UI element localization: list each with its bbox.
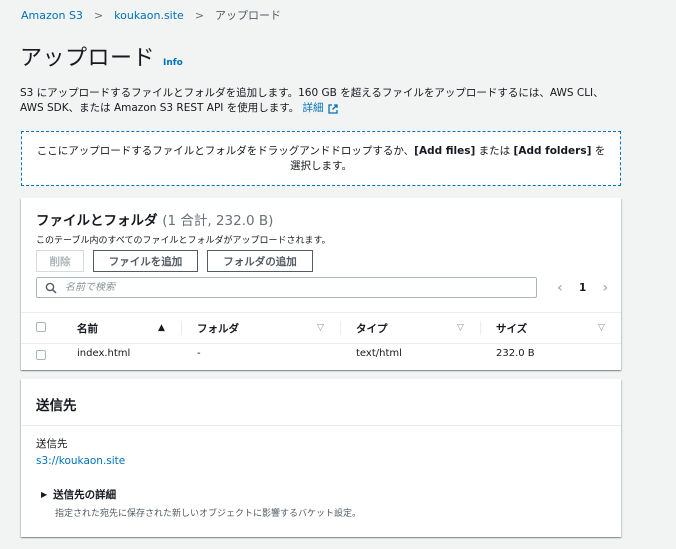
page-description: S3 にアップロードするファイルとフォルダを追加します。160 GB を超えるフ… <box>20 86 620 116</box>
external-link-icon <box>327 103 338 114</box>
column-divider <box>181 321 182 335</box>
destination-details-description: 指定された宛先に保存された新しいオブジェクトに影響するバケット設定。 <box>55 509 362 519</box>
table-header: 名前 ▲ フォルダ ▽ タイプ ▽ サイズ ▽ <box>21 312 621 344</box>
files-panel-header: ファイルとフォルダ (1 合計, 232.0 B) <box>36 209 273 229</box>
divider <box>21 425 621 426</box>
column-divider <box>480 321 481 335</box>
files-and-folders-panel: ファイルとフォルダ (1 合計, 232.0 B) このテーブル内のすべてのファ… <box>21 198 621 370</box>
files-panel-subtitle: このテーブル内のすべてのファイルとフォルダがアップロードされます。 <box>36 236 331 246</box>
dropzone-add-files: [Add files] <box>414 144 476 157</box>
destination-label: 送信先 <box>36 438 68 450</box>
cell-size: 232.0 B <box>496 348 535 359</box>
files-panel-title: ファイルとフォルダ <box>36 213 158 229</box>
search-icon <box>45 282 57 294</box>
add-files-button[interactable]: ファイルを追加 <box>93 250 198 272</box>
breadcrumb-separator: > <box>194 8 205 22</box>
caret-right-icon: ▶ <box>41 490 48 499</box>
destination-details-title: 送信先の詳細 <box>53 489 117 501</box>
breadcrumb: Amazon S3 > koukaon.site > アップロード <box>21 7 281 23</box>
column-divider <box>340 321 341 335</box>
breadcrumb-amazon-s3[interactable]: Amazon S3 <box>21 9 83 22</box>
cell-type: text/html <box>356 348 402 359</box>
page-header: アップロード Info <box>20 40 183 72</box>
next-page-icon[interactable]: › <box>598 280 612 296</box>
search-input[interactable] <box>65 282 525 293</box>
breadcrumb-bucket[interactable]: koukaon.site <box>114 9 184 22</box>
cell-folder: - <box>197 348 201 359</box>
delete-button[interactable]: 削除 <box>36 250 84 272</box>
breadcrumb-current: アップロード <box>215 9 282 22</box>
breadcrumb-separator: > <box>93 8 104 22</box>
dropzone-middle: または <box>475 144 514 157</box>
column-header-type[interactable]: タイプ <box>356 313 388 343</box>
learn-more-link[interactable]: 詳細 <box>303 101 338 116</box>
table-row[interactable]: index.html - text/html 232.0 B <box>21 344 621 366</box>
cell-name: index.html <box>77 348 131 359</box>
select-all-checkbox[interactable] <box>36 322 46 332</box>
files-count: (1 合計, 232.0 B) <box>162 213 274 229</box>
destination-panel: 送信先 送信先 s3://koukaon.site ▶ 送信先の詳細 指定された… <box>21 379 621 537</box>
learn-more-label: 詳細 <box>302 102 324 114</box>
upload-dropzone[interactable]: ここにアップロードするファイルとフォルダをドラッグアンドドロップするか、[Add… <box>21 131 621 186</box>
row-checkbox[interactable] <box>36 350 46 360</box>
sort-ascending-icon[interactable]: ▲ <box>158 323 165 333</box>
search-box[interactable] <box>36 277 537 298</box>
destination-link[interactable]: s3://koukaon.site <box>36 455 125 467</box>
sort-icon[interactable]: ▽ <box>317 323 324 333</box>
page-title: アップロード <box>20 46 156 71</box>
destination-details-toggle[interactable]: ▶ 送信先の詳細 <box>41 487 116 502</box>
prev-page-icon[interactable]: ‹ <box>553 280 567 296</box>
dropzone-text: ここにアップロードするファイルとフォルダをドラッグアンドドロップするか、[Add… <box>34 144 608 174</box>
add-folder-button[interactable]: フォルダの追加 <box>207 250 313 272</box>
current-page[interactable]: 1 <box>579 282 586 294</box>
info-link[interactable]: Info <box>163 58 183 68</box>
dropzone-add-folders: [Add folders] <box>513 144 592 157</box>
destination-title: 送信先 <box>36 398 77 414</box>
column-header-folder[interactable]: フォルダ <box>197 313 239 343</box>
column-header-size[interactable]: サイズ <box>496 313 527 343</box>
sort-icon[interactable]: ▽ <box>457 323 464 333</box>
sort-icon[interactable]: ▽ <box>598 323 605 333</box>
column-header-name[interactable]: 名前 <box>77 313 98 343</box>
dropzone-prefix: ここにアップロードするファイルとフォルダをドラッグアンドドロップするか、 <box>36 144 415 157</box>
pagination: ‹ 1 › <box>553 280 612 296</box>
